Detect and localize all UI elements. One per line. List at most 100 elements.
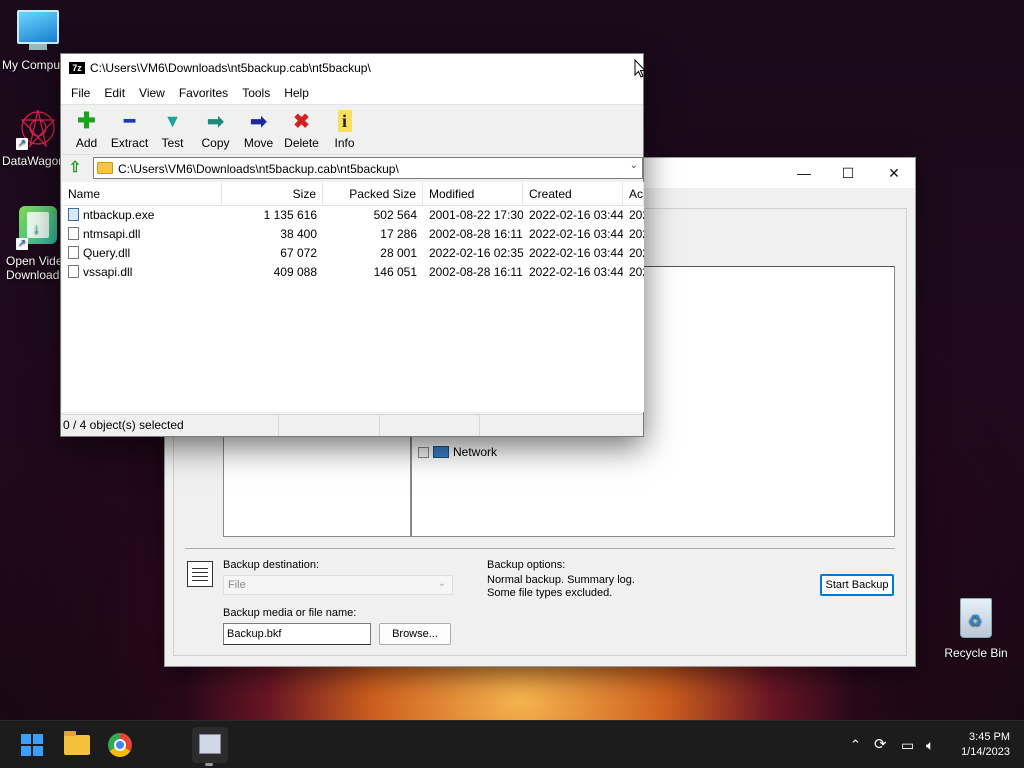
up-folder-icon[interactable]: ⇧	[66, 159, 84, 177]
chrome-icon	[108, 733, 132, 757]
ntbackup-taskbar-button[interactable]	[192, 727, 228, 763]
menu-help[interactable]: Help	[277, 86, 316, 100]
media-label: Backup media or file name:	[223, 607, 357, 619]
toolbar: ✚ Add ━ Extract ▼ Test ➡ Copy ➡ Move ✖ D…	[61, 104, 643, 154]
destination-select[interactable]: File ⌄	[223, 575, 453, 595]
file-accessed: 202	[629, 246, 644, 260]
test-button[interactable]: ▼ Test	[151, 105, 194, 155]
checkbox[interactable]	[418, 446, 429, 458]
dll-file-icon	[68, 227, 79, 240]
file-packed-size: 146 051	[373, 265, 417, 279]
file-name: Query.dll	[83, 246, 131, 260]
tree-item-label: Network	[453, 445, 498, 459]
file-created: 2022-02-16 03:44	[529, 227, 623, 241]
backup-document-icon	[187, 561, 213, 587]
move-icon: ➡	[250, 110, 267, 133]
menu-bar: File Edit View Favorites Tools Help	[61, 82, 643, 104]
network-icon	[433, 446, 449, 458]
7zip-logo-icon: 7z	[69, 62, 85, 74]
copy-button[interactable]: ➡ Copy	[194, 105, 237, 155]
address-text: C:\Users\VM6\Downloads\nt5backup.cab\nt5…	[118, 162, 399, 176]
tree-item-network[interactable]: Network	[418, 445, 497, 459]
chevron-down-icon[interactable]: ⌄	[630, 160, 638, 171]
file-name: vssapi.dll	[83, 265, 133, 279]
column-modified[interactable]: Modified	[423, 182, 523, 205]
move-button[interactable]: ➡ Move	[237, 105, 280, 155]
add-button[interactable]: ✚ Add	[65, 105, 108, 155]
clock[interactable]: 3:45 PM 1/14/2023	[961, 730, 1010, 760]
table-row[interactable]: vssapi.dll 409 088 146 051 2002-08-28 16…	[62, 263, 644, 282]
file-name: ntmsapi.dll	[83, 227, 141, 241]
menu-view[interactable]: View	[132, 86, 172, 100]
column-accessed[interactable]: Ac	[623, 182, 644, 205]
clock-time: 3:45 PM	[969, 731, 1010, 743]
table-row[interactable]: Query.dll 67 072 28 001 2022-02-16 02:35…	[62, 244, 644, 263]
chevron-down-icon: ⌄	[437, 578, 446, 589]
file-list[interactable]: Name Size Packed Size Modified Created A…	[62, 182, 644, 412]
menu-tools[interactable]: Tools	[235, 86, 277, 100]
media-filename-input[interactable]: Backup.bkf	[223, 623, 371, 645]
file-packed-size: 502 564	[373, 208, 417, 222]
column-created[interactable]: Created	[523, 182, 623, 205]
status-cell	[279, 415, 380, 436]
toolbar-label: Delete	[284, 136, 319, 150]
table-row[interactable]: ntmsapi.dll 38 400 17 286 2002-08-28 16:…	[62, 225, 644, 244]
minimize-button[interactable]: —	[781, 158, 827, 188]
column-size[interactable]: Size	[222, 182, 323, 205]
table-row[interactable]: ntbackup.exe 1 135 616 502 564 2001-08-2…	[62, 206, 644, 225]
toolbar-label: Info	[334, 136, 355, 150]
start-button[interactable]	[16, 729, 48, 761]
destination-value: File	[228, 579, 246, 591]
extract-icon: ━	[124, 110, 135, 131]
column-name[interactable]: Name	[62, 182, 222, 205]
extract-button[interactable]: ━ Extract	[108, 105, 151, 155]
file-size: 409 088	[273, 265, 317, 279]
network-icon[interactable]: ▭	[901, 721, 914, 768]
volume-icon[interactable]: 🔈︎	[926, 721, 934, 768]
toolbar-label: Move	[243, 136, 274, 150]
file-packed-size: 28 001	[380, 246, 417, 260]
desktop-icon-label: Recycle Bin	[944, 646, 1008, 660]
delete-button[interactable]: ✖ Delete	[280, 105, 323, 155]
file-name: ntbackup.exe	[83, 208, 155, 222]
options-text-line2: Some file types excluded.	[487, 587, 613, 599]
file-packed-size: 17 286	[380, 227, 417, 241]
info-button[interactable]: i Info	[323, 105, 366, 155]
column-packed-size[interactable]: Packed Size	[323, 182, 423, 205]
browse-button[interactable]: Browse...	[379, 623, 451, 645]
status-text: 0 / 4 object(s) selected	[61, 415, 279, 436]
status-cell	[380, 415, 480, 436]
info-icon: i	[337, 110, 352, 132]
divider	[185, 548, 895, 549]
7zip-titlebar[interactable]: 7z C:\Users\VM6\Downloads\nt5backup.cab\…	[61, 54, 643, 82]
taskbar: ⌃ ⟳ ▭ 🔈︎ 3:45 PM 1/14/2023	[0, 720, 1024, 768]
file-modified: 2002-08-28 16:11	[429, 227, 523, 241]
destination-label: Backup destination:	[223, 559, 320, 571]
file-size: 1 135 616	[263, 208, 317, 222]
address-bar-row: ⇧ C:\Users\VM6\Downloads\nt5backup.cab\n…	[61, 154, 643, 180]
file-modified: 2001-08-22 17:30	[429, 208, 523, 222]
sync-icon[interactable]: ⟳	[874, 721, 887, 768]
window-title: C:\Users\VM6\Downloads\nt5backup.cab\nt5…	[90, 61, 371, 75]
chevron-up-icon[interactable]: ⌃	[850, 721, 861, 768]
chrome-button[interactable]	[104, 729, 136, 761]
address-combo[interactable]: C:\Users\VM6\Downloads\nt5backup.cab\nt5…	[93, 157, 643, 179]
close-button[interactable]: ✕	[871, 158, 917, 188]
computer-icon	[16, 10, 60, 54]
desktop-icon-recycle-bin[interactable]: ♻ Recycle Bin	[938, 596, 1014, 660]
menu-file[interactable]: File	[64, 86, 97, 100]
start-backup-button[interactable]: Start Backup	[820, 574, 894, 596]
file-accessed: 202	[629, 208, 644, 222]
mouse-cursor-icon	[634, 59, 646, 78]
options-label: Backup options:	[487, 559, 566, 571]
video-download-icon: ↓ ↗	[16, 206, 60, 250]
backup-app-icon	[199, 734, 221, 754]
menu-favorites[interactable]: Favorites	[172, 86, 235, 100]
file-created: 2022-02-16 03:44	[529, 246, 623, 260]
file-size: 67 072	[280, 246, 317, 260]
file-created: 2022-02-16 03:44	[529, 265, 623, 279]
toolbar-label: Extract	[110, 136, 149, 150]
maximize-button[interactable]: ☐	[825, 158, 871, 188]
menu-edit[interactable]: Edit	[97, 86, 132, 100]
file-explorer-button[interactable]	[61, 729, 93, 761]
